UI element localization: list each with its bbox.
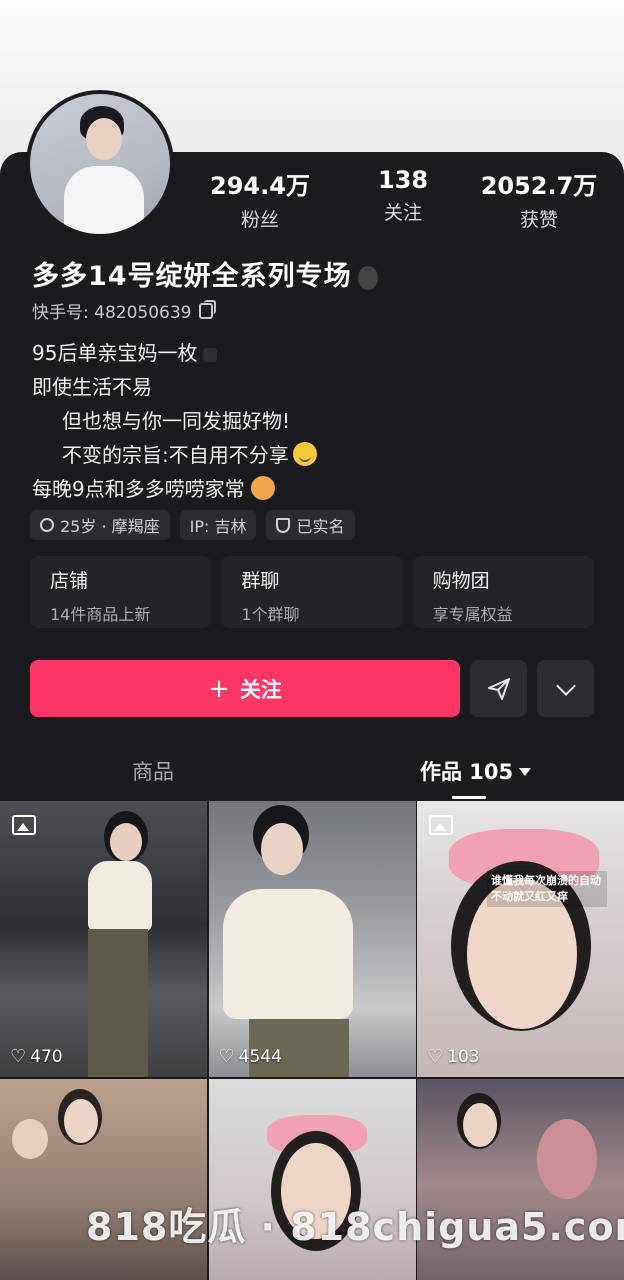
profile-name-text: 多多14号绽妍全系列专场: [32, 261, 352, 292]
image-icon: [12, 815, 36, 835]
entry-group-chat[interactable]: 群聊 1个群聊: [221, 556, 403, 628]
person-face: [110, 823, 142, 861]
stats-row: 294.4万 粉丝 138 关注 2052.7万 获赞: [200, 166, 604, 232]
entry-subtitle: 享专属权益: [432, 605, 513, 624]
bio-line: 每晚9点和多多唠唠家常: [32, 472, 317, 506]
bio-text: 不变的宗旨:不自用不分享: [62, 443, 289, 467]
person-face: [64, 1099, 98, 1143]
stat-label: 获赞: [519, 209, 558, 231]
account-id: 快手号: 482050639: [32, 303, 192, 323]
watermark: 818吃瓜 · 818chigua5.com: [86, 1205, 624, 1249]
avatar[interactable]: [26, 90, 174, 238]
stat-following[interactable]: 138 关注: [368, 166, 438, 232]
shield-check-icon: [276, 517, 291, 533]
caret-down-icon: [519, 768, 532, 776]
tag-text: IP: 吉林: [189, 517, 247, 536]
tag-text: 已实名: [296, 517, 345, 536]
tag-age: 25岁 · 摩羯座: [30, 510, 170, 540]
tab-works[interactable]: 作品 105: [420, 756, 532, 786]
bio-text: 但也想与你一同发掘好物!: [62, 409, 291, 433]
tag-ip: IP: 吉林: [179, 510, 257, 540]
video-caption: 谁懂我每次崩溃的自动不动就又红又痒: [487, 871, 607, 907]
female-icon: [40, 518, 54, 532]
like-count: ♡ 470: [10, 1047, 63, 1067]
follow-label: 关注: [239, 677, 282, 702]
tab-indicator: [452, 796, 486, 799]
child-face: [12, 1119, 48, 1159]
bio-text: 每晚9点和多多唠唠家常: [32, 477, 245, 501]
entry-title: 群聊: [241, 570, 280, 592]
video-tile[interactable]: ♡ 470: [0, 801, 207, 1077]
person-shirt: [88, 861, 152, 931]
tab-works-label: 作品 105: [420, 760, 514, 784]
entry-shop[interactable]: 店铺 14件商品上新: [30, 556, 212, 628]
heart-icon: ♡: [10, 1046, 27, 1067]
plus-icon: +: [208, 673, 230, 704]
entry-title: 购物团: [432, 570, 490, 592]
person-face: [260, 823, 303, 875]
like-count: ♡ 4544: [219, 1047, 282, 1067]
stat-likes[interactable]: 2052.7万 获赞: [474, 166, 604, 232]
stat-label: 关注: [383, 202, 422, 224]
account-id-row[interactable]: 快手号: 482050639: [32, 298, 217, 323]
bio-line: 不变的宗旨:不自用不分享: [32, 438, 317, 472]
stat-value: 138: [377, 166, 429, 194]
stat-value: 294.4万: [210, 172, 310, 200]
tag-row: 25岁 · 摩羯座 IP: 吉林 已实名: [30, 510, 355, 540]
entry-title: 店铺: [50, 570, 89, 592]
like-count-text: 103: [447, 1047, 480, 1067]
image-icon: [429, 815, 453, 835]
profile-name: 多多14号绽妍全系列专场: [32, 254, 378, 293]
heart-icon: ♡: [427, 1046, 444, 1067]
copy-icon[interactable]: [199, 299, 217, 319]
smile-emoji-icon: [292, 442, 317, 466]
emoji-icon: [203, 348, 218, 362]
entry-subtitle: 1个群聊: [241, 605, 300, 624]
person-face: [463, 1103, 497, 1147]
stat-followers[interactable]: 294.4万 粉丝: [200, 166, 320, 232]
entry-subtitle: 14件商品上新: [50, 605, 151, 624]
tag-text: 25岁 · 摩羯座: [60, 517, 160, 536]
bio-line: 即使生活不易: [32, 370, 317, 404]
bio-text: 95后单亲宝妈一枚: [32, 341, 198, 365]
stat-label: 粉丝: [240, 209, 279, 231]
person-pants: [88, 929, 148, 1077]
entry-shopping-group[interactable]: 购物团 享专属权益: [412, 556, 594, 628]
stat-value: 2052.7万: [480, 172, 598, 200]
bio-text: 即使生活不易: [32, 375, 152, 399]
share-button[interactable]: [470, 660, 527, 717]
tab-goods[interactable]: 商品: [132, 756, 174, 786]
tag-verified: 已实名: [266, 510, 355, 540]
blush-emoji-icon: [250, 476, 275, 500]
follow-button[interactable]: + 关注: [30, 660, 460, 717]
more-button[interactable]: [537, 660, 594, 717]
heart-icon: ♡: [218, 1046, 235, 1067]
bio: 95后单亲宝妈一枚 即使生活不易 但也想与你一同发掘好物! 不变的宗旨:不自用不…: [32, 336, 317, 506]
like-count-text: 4544: [238, 1047, 282, 1067]
video-tile[interactable]: ♡ 4544: [208, 801, 416, 1077]
bio-line: 95后单亲宝妈一枚: [32, 336, 317, 370]
like-count-text: 470: [30, 1047, 63, 1067]
flower-bouquet: [537, 1119, 597, 1199]
name-emoji-icon: [357, 265, 378, 290]
entry-row: 店铺 14件商品上新 群聊 1个群聊 购物团 享专属权益: [30, 556, 594, 628]
chevron-down-icon: [555, 675, 576, 696]
person-shirt: [222, 889, 353, 1019]
content-tabs: 商品 作品 105: [0, 740, 624, 800]
like-count: ♡ 103: [427, 1047, 480, 1067]
send-icon: [487, 677, 510, 700]
bio-line: 但也想与你一同发掘好物!: [32, 404, 317, 438]
video-tile[interactable]: 谁懂我每次崩溃的自动不动就又红又痒 ♡ 103: [417, 801, 624, 1077]
